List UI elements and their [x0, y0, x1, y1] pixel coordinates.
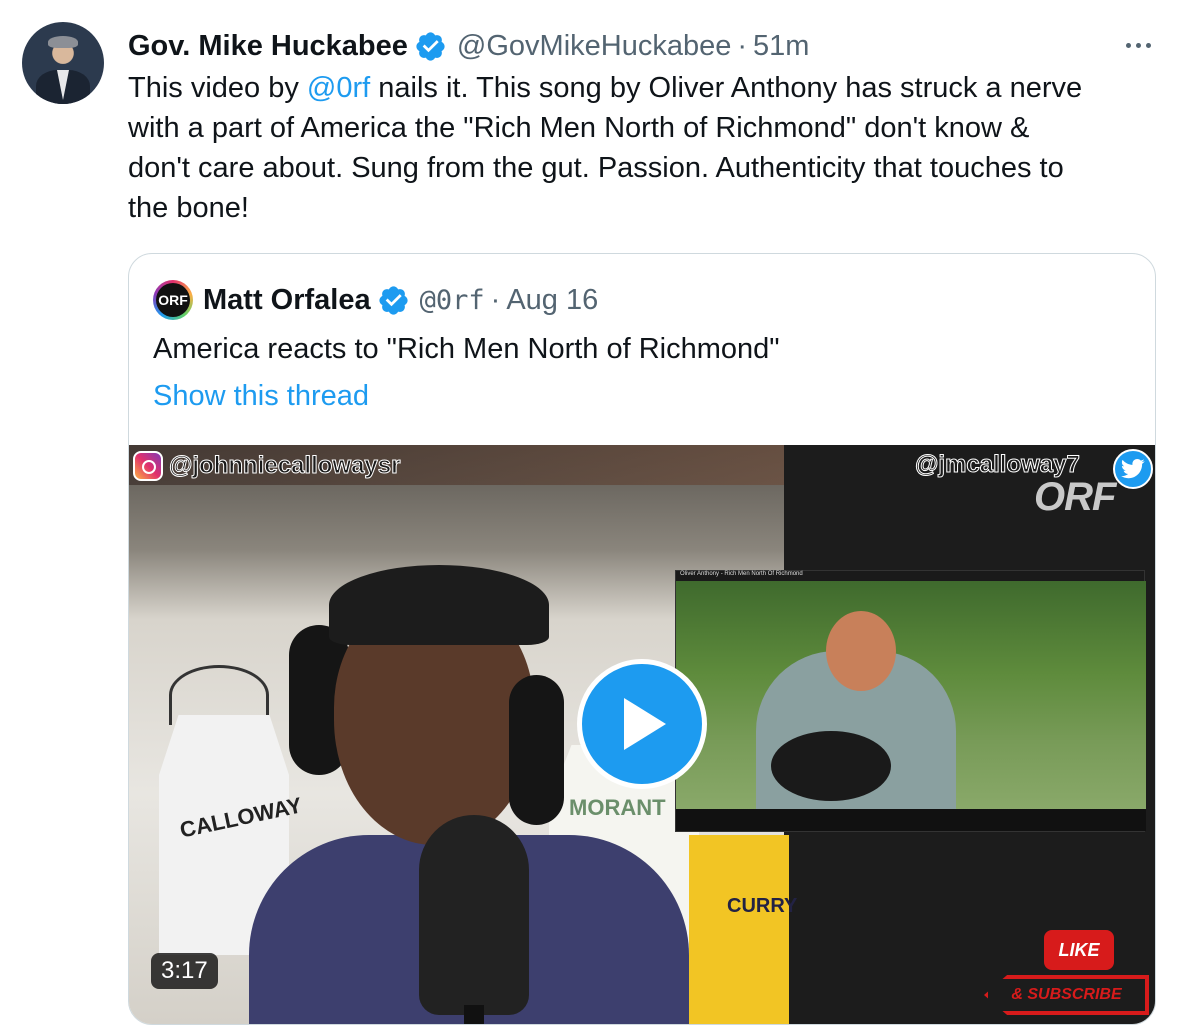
- verified-badge-icon: [416, 31, 445, 61]
- tweet-text-line: This video by @0rf nails it. This song b…: [128, 72, 1083, 104]
- instagram-handle: @johnniecallowaysr: [168, 452, 401, 480]
- headphone-right: [509, 675, 564, 825]
- person-cap: [329, 565, 549, 645]
- quote-text: America reacts to "Rich Men North of Ric…: [153, 333, 780, 365]
- subscribe-label: & SUBSCRIBE: [984, 975, 1149, 1015]
- play-icon: [624, 698, 666, 750]
- more-icon[interactable]: [1118, 30, 1158, 60]
- microphone: [419, 815, 529, 1015]
- inner-video-title: Oliver Anthony - Rich Men North Of Richm…: [680, 571, 803, 577]
- separator-dot: ·: [490, 283, 501, 316]
- show-thread-link[interactable]: Show this thread: [153, 376, 369, 416]
- quoted-tweet-card[interactable]: ORF Matt Orfalea @0rf · Aug 16 America r…: [128, 253, 1156, 1025]
- more-dot: [1135, 42, 1141, 48]
- like-subscribe-graphic: LIKE & SUBSCRIBE: [984, 900, 1154, 1015]
- more-dot: [1125, 42, 1131, 48]
- inner-video-frame: Oliver Anthony - Rich Men North Of Richm…: [675, 570, 1146, 832]
- quote-author-avatar[interactable]: ORF: [153, 280, 193, 320]
- quote-author-handle[interactable]: @0rf: [420, 285, 485, 316]
- verified-badge-icon: [379, 285, 408, 315]
- instagram-tag: @johnniecallowaysr: [133, 451, 401, 481]
- twitter-bird-icon: [1113, 449, 1153, 489]
- avatar-hair: [48, 36, 78, 48]
- jersey-right-text: CURRY: [727, 895, 798, 917]
- inner-video-scene: [676, 581, 1146, 811]
- author-avatar[interactable]: [22, 22, 104, 104]
- instagram-icon: [133, 451, 163, 481]
- tweet-timestamp[interactable]: 51m: [753, 30, 809, 63]
- video-duration: 3:17: [151, 953, 218, 989]
- inner-video-controls: [676, 809, 1146, 831]
- tweet-text: This video by @0rf nails it. This song b…: [128, 68, 1168, 228]
- tweet-header: Gov. Mike Huckabee @GovMikeHuckabee · 51…: [128, 26, 809, 66]
- video-player[interactable]: CALLOWAY MORANT CURRY Oliver Anthony - R…: [129, 445, 1155, 1024]
- author-name[interactable]: Gov. Mike Huckabee: [128, 30, 408, 63]
- mention-link[interactable]: @0rf: [307, 72, 370, 104]
- quote-date[interactable]: Aug 16: [506, 284, 598, 317]
- tweet-text-line: don't care about. Sung from the gut. Pas…: [128, 152, 1064, 184]
- jersey-middle-text: MORANT: [569, 795, 666, 820]
- microphone-stand: [464, 1005, 484, 1024]
- separator-dot: ·: [737, 29, 748, 62]
- play-button[interactable]: [577, 659, 707, 789]
- quote-author-name[interactable]: Matt Orfalea: [203, 284, 371, 317]
- tweet-text-line: the bone!: [128, 192, 249, 224]
- orf-watermark: ORF: [1034, 475, 1116, 519]
- author-handle[interactable]: @GovMikeHuckabee: [457, 30, 731, 63]
- quote-header: ORF Matt Orfalea @0rf · Aug 16: [153, 280, 598, 320]
- jersey-right: [689, 835, 789, 1024]
- tweet-text-line: with a part of America the "Rich Men Nor…: [128, 112, 1030, 144]
- more-dot: [1145, 42, 1151, 48]
- like-label: LIKE: [1044, 930, 1114, 970]
- guitar: [771, 731, 891, 801]
- inner-person-face: [826, 611, 896, 691]
